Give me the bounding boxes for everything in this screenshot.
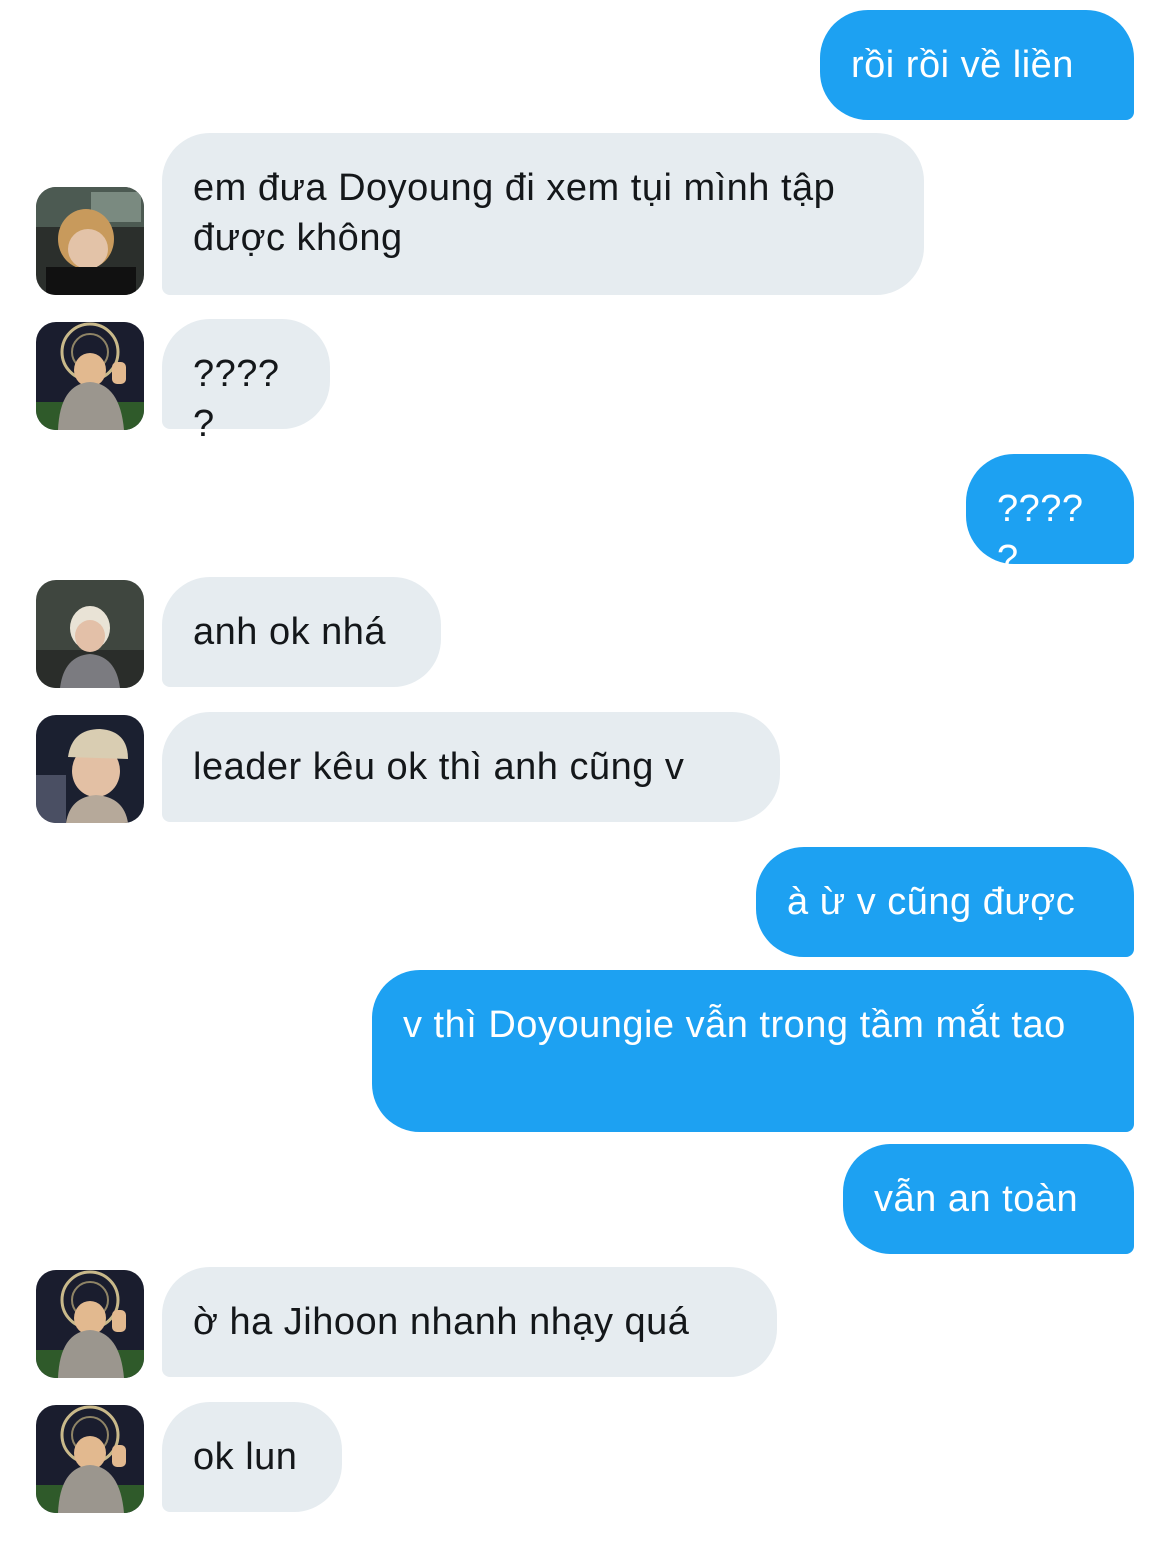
message-bubble-outgoing[interactable]: rồi rồi về liền [820, 10, 1134, 120]
message-bubble-incoming[interactable]: em đưa Doyoung đi xem tụi mình tập được … [162, 133, 924, 295]
avatar-ferris-wheel-image [36, 1270, 144, 1378]
message-bubble-outgoing[interactable]: v thì Doyoungie vẫn trong tầm mắt tao [372, 970, 1134, 1132]
avatar-silver-hair[interactable] [36, 580, 144, 688]
conversation-thread: rồi rồi về liền em đưa Doyoung đi xem tụ… [0, 0, 1170, 1551]
message-bubble-incoming[interactable]: ????? [162, 319, 330, 445]
avatar-silver-hair-image [36, 580, 144, 688]
message-bubble-incoming[interactable]: ờ ha Jihoon nhanh nhạy quá [162, 1267, 777, 1377]
message-bubble-outgoing[interactable]: à ừ v cũng được [756, 847, 1134, 957]
message-bubble-incoming[interactable]: anh ok nhá [162, 577, 441, 687]
message-bubble-incoming[interactable]: leader kêu ok thì anh cũng v [162, 712, 780, 822]
avatar-ferris-wheel[interactable] [36, 322, 144, 430]
avatar-cap[interactable] [36, 715, 144, 823]
avatar-cap-image [36, 715, 144, 823]
avatar-ferris-wheel-image [36, 1405, 144, 1513]
message-bubble-incoming[interactable]: ok lun [162, 1402, 342, 1512]
avatar-blond-dark[interactable] [36, 187, 144, 295]
message-bubble-outgoing[interactable]: vẫn an toàn [843, 1144, 1134, 1254]
avatar-ferris-wheel[interactable] [36, 1405, 144, 1513]
message-bubble-outgoing[interactable]: ????? [966, 454, 1134, 580]
avatar-blond-dark-image [36, 187, 144, 295]
avatar-ferris-wheel[interactable] [36, 1270, 144, 1378]
avatar-ferris-wheel-image [36, 322, 144, 430]
